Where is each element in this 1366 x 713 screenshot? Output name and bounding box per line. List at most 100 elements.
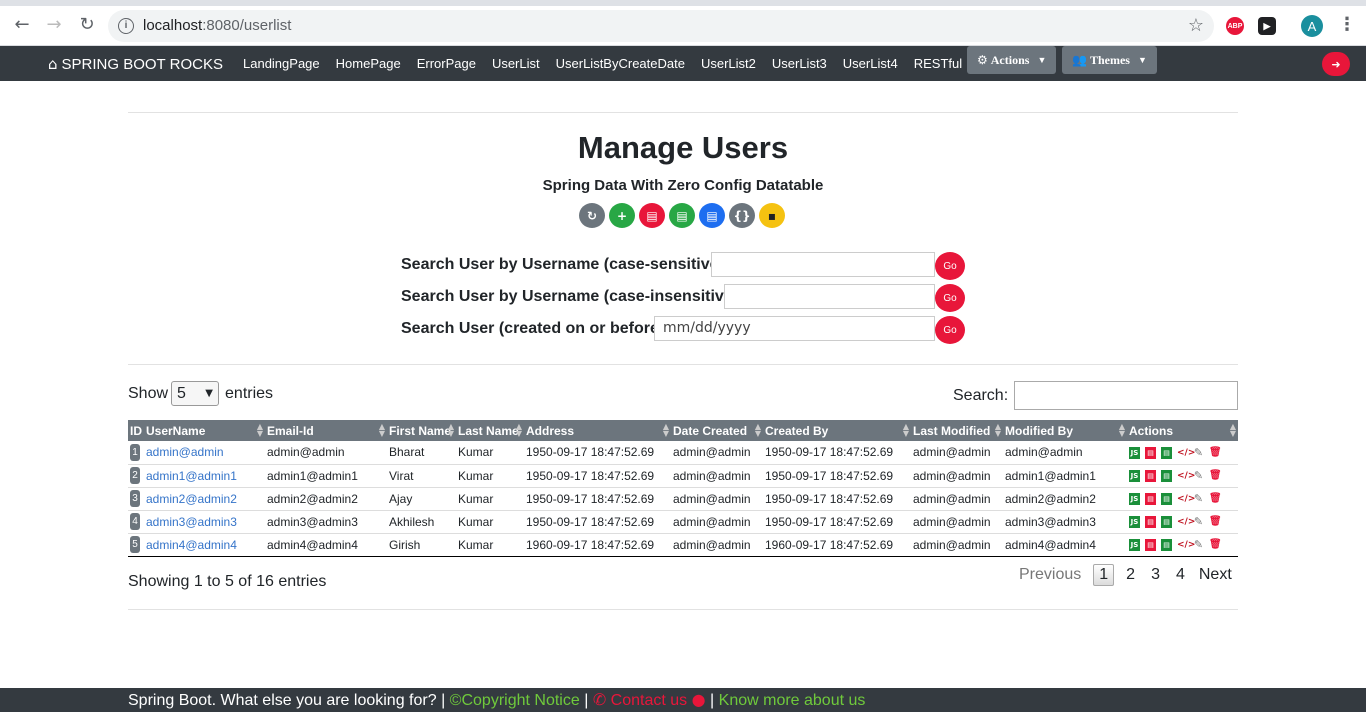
column-header-address[interactable]: Address ▲ ▼ bbox=[524, 420, 671, 441]
youtube-icon[interactable]: ▶ bbox=[1258, 17, 1276, 35]
go-button-cs[interactable]: Go bbox=[935, 252, 965, 280]
brand[interactable]: ⌂ SPRING BOOT ROCKS bbox=[48, 55, 223, 73]
row-edit-icon[interactable]: ✎ bbox=[1193, 539, 1204, 551]
address-bar[interactable]: i localhost:8080/userlist ☆ bbox=[108, 10, 1214, 42]
divider bbox=[128, 364, 1238, 365]
phone-icon: ✆ bbox=[592, 690, 607, 709]
pagination-page-3[interactable]: 3 bbox=[1151, 566, 1160, 584]
refresh-button[interactable]: ↻ bbox=[579, 203, 605, 228]
row-code-icon[interactable]: </> bbox=[1177, 447, 1195, 459]
row-edit-icon[interactable]: ✎ bbox=[1193, 470, 1204, 482]
row-export-csv-icon[interactable]: ▤ bbox=[1161, 516, 1172, 529]
contact-link[interactable]: ✆ Contact us ● bbox=[592, 690, 706, 709]
add-user-button[interactable]: + bbox=[609, 203, 635, 228]
bookmark-star-icon[interactable]: ☆ bbox=[1188, 15, 1204, 36]
row-delete-icon[interactable]: 🗑 bbox=[1209, 447, 1222, 459]
row-edit-icon[interactable]: ✎ bbox=[1193, 493, 1204, 505]
back-icon[interactable]: ← bbox=[12, 14, 32, 35]
export-file-button[interactable]: ▪ bbox=[759, 203, 785, 228]
column-header-id[interactable]: ID bbox=[128, 420, 144, 441]
row-export-pdf-icon[interactable]: ▤ bbox=[1145, 447, 1156, 460]
pagination-page-4[interactable]: 4 bbox=[1176, 566, 1185, 584]
search-username-cs-input[interactable] bbox=[711, 252, 935, 277]
row-code-icon[interactable]: </> bbox=[1177, 493, 1195, 505]
go-button-created[interactable]: Go bbox=[935, 316, 965, 344]
logout-button[interactable]: ➜ bbox=[1322, 52, 1350, 76]
themes-dropdown[interactable]: 👥 Themes ▼ bbox=[1062, 46, 1157, 74]
go-button-ci[interactable]: Go bbox=[935, 284, 965, 312]
export-excel-button[interactable]: ▤ bbox=[699, 203, 725, 228]
nav-link-userlistbycreatedate[interactable]: UserListByCreateDate bbox=[556, 56, 685, 72]
search-created-date-input[interactable]: mm/dd/yyyy bbox=[654, 316, 935, 341]
nav-link-userlist4[interactable]: UserList4 bbox=[843, 56, 898, 72]
row-edit-icon[interactable]: ✎ bbox=[1193, 516, 1204, 528]
export-csv-button[interactable]: ▤ bbox=[669, 203, 695, 228]
row-edit-icon[interactable]: ✎ bbox=[1193, 447, 1204, 459]
row-delete-icon[interactable]: 🗑 bbox=[1209, 516, 1222, 528]
export-json-button[interactable]: {} bbox=[729, 203, 755, 228]
nav-link-userlist3[interactable]: UserList3 bbox=[772, 56, 827, 72]
row-delete-icon[interactable]: 🗑 bbox=[1209, 470, 1222, 482]
actions-dropdown[interactable]: ⚙ Actions ▼ bbox=[967, 46, 1057, 74]
username-link[interactable]: admin4@admin4 bbox=[146, 538, 237, 552]
nav-link-errorpage[interactable]: ErrorPage bbox=[417, 56, 476, 72]
row-code-icon[interactable]: </> bbox=[1177, 516, 1195, 528]
pagination-next[interactable]: Next bbox=[1199, 566, 1232, 584]
username-link[interactable]: admin@admin bbox=[146, 445, 224, 459]
row-export-json-icon[interactable]: JS bbox=[1129, 516, 1140, 529]
export-pdf-button[interactable]: ▤ bbox=[639, 203, 665, 228]
url-text[interactable]: localhost:8080/userlist bbox=[143, 17, 291, 34]
forward-icon[interactable]: → bbox=[44, 14, 64, 35]
row-export-pdf-icon[interactable]: ▤ bbox=[1145, 493, 1156, 506]
info-icon[interactable]: i bbox=[118, 18, 134, 34]
row-id-badge: 2 bbox=[130, 467, 140, 484]
row-export-json-icon[interactable]: JS bbox=[1129, 470, 1140, 483]
column-header-username[interactable]: UserName ▲ ▼ bbox=[144, 420, 265, 441]
nav-link-homepage[interactable]: HomePage bbox=[336, 56, 401, 72]
table-search-input[interactable] bbox=[1014, 381, 1238, 410]
search-username-ci-input[interactable] bbox=[724, 284, 935, 309]
reload-icon[interactable]: ↻ bbox=[77, 14, 97, 35]
table-row: 1 admin@admin admin@admin Bharat Kumar 1950-0… bbox=[128, 441, 1238, 464]
column-header-first-name[interactable]: First Name ▲ ▼ bbox=[387, 420, 456, 441]
table-row: 5 admin4@admin4 admin4@admin4 Girish Kumar 19… bbox=[128, 533, 1238, 556]
page-title: Manage Users bbox=[577, 130, 789, 165]
date-created-cell: admin@admin bbox=[673, 468, 751, 483]
username-link[interactable]: admin3@admin3 bbox=[146, 515, 237, 529]
nav-link-userlist2[interactable]: UserList2 bbox=[701, 56, 756, 72]
row-delete-icon[interactable]: 🗑 bbox=[1209, 539, 1222, 551]
row-export-pdf-icon[interactable]: ▤ bbox=[1145, 516, 1156, 529]
row-export-csv-icon[interactable]: ▤ bbox=[1161, 539, 1172, 552]
column-header-modified-by[interactable]: Modified By ▲ ▼ bbox=[1003, 420, 1127, 441]
row-export-csv-icon[interactable]: ▤ bbox=[1161, 493, 1172, 506]
profile-avatar[interactable]: A bbox=[1301, 15, 1323, 37]
row-export-json-icon[interactable]: JS bbox=[1129, 493, 1140, 506]
column-header-actions[interactable]: Actions ▲ ▼ bbox=[1127, 420, 1238, 441]
username-link[interactable]: admin1@admin1 bbox=[146, 469, 237, 483]
column-header-email[interactable]: Email-Id ▲ ▼ bbox=[265, 420, 387, 441]
nav-link-userlist[interactable]: UserList bbox=[492, 56, 540, 72]
row-export-csv-icon[interactable]: ▤ bbox=[1161, 470, 1172, 483]
row-delete-icon[interactable]: 🗑 bbox=[1209, 493, 1222, 505]
know-more-link[interactable]: Know more about us bbox=[719, 692, 866, 709]
pagination-page-2[interactable]: 2 bbox=[1126, 566, 1135, 584]
pagination-page-1[interactable]: 1 bbox=[1093, 564, 1115, 586]
row-export-json-icon[interactable]: JS bbox=[1129, 539, 1140, 552]
pagination-previous[interactable]: Previous bbox=[1019, 566, 1081, 584]
column-header-last-modified[interactable]: Last Modified ▲ ▼ bbox=[911, 420, 1003, 441]
row-export-csv-icon[interactable]: ▤ bbox=[1161, 447, 1172, 460]
username-link[interactable]: admin2@admin2 bbox=[146, 492, 237, 506]
copyright-link[interactable]: ©Copyright Notice bbox=[450, 692, 580, 709]
menu-kebab-icon[interactable]: ⋮ bbox=[1338, 14, 1356, 35]
row-export-pdf-icon[interactable]: ▤ bbox=[1145, 539, 1156, 552]
row-code-icon[interactable]: </> bbox=[1177, 539, 1195, 551]
adblock-icon[interactable]: ABP bbox=[1226, 17, 1244, 35]
row-code-icon[interactable]: </> bbox=[1177, 470, 1195, 482]
nav-link-landingpage[interactable]: LandingPage bbox=[243, 56, 320, 72]
page-size-select[interactable]: 5 ▼ bbox=[171, 381, 219, 406]
column-header-last-name[interactable]: Last Name ▲ ▼ bbox=[456, 420, 524, 441]
row-export-json-icon[interactable]: JS bbox=[1129, 447, 1140, 460]
column-header-created-by[interactable]: Created By ▲ ▼ bbox=[763, 420, 911, 441]
row-export-pdf-icon[interactable]: ▤ bbox=[1145, 470, 1156, 483]
column-header-date-created[interactable]: Date Created ▲ ▼ bbox=[671, 420, 763, 441]
